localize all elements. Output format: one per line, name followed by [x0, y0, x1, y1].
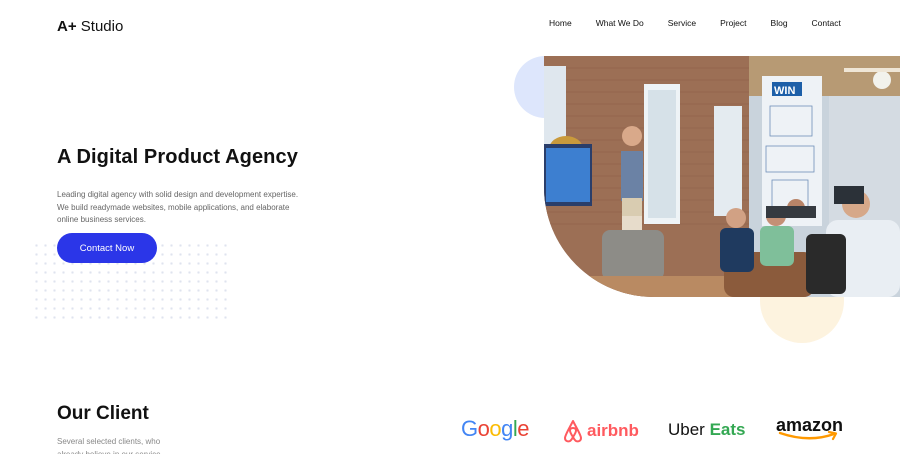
uber-wordmark: Uber	[668, 420, 705, 439]
hero-description: Leading digital agency with solid design…	[57, 190, 299, 224]
brand-prefix: A+	[57, 18, 77, 35]
uber-eats-logo: Uber Eats	[668, 420, 746, 440]
nav-blog[interactable]: Blog	[771, 18, 788, 28]
decorative-yellow-shape	[760, 293, 844, 343]
hero-title: A Digital Product Agency	[57, 146, 298, 168]
nav-project[interactable]: Project	[720, 18, 746, 28]
hero-office-photo: WIN	[544, 56, 900, 297]
main-nav: Home What We Do Service Project Blog Con…	[549, 18, 841, 28]
airbnb-icon	[564, 420, 582, 443]
google-letter: g	[501, 416, 513, 441]
google-letter: e	[517, 416, 530, 441]
brand-name: Studio	[80, 18, 124, 35]
airbnb-logo: airbnb	[562, 419, 639, 443]
clients-description: Several selected clients, who already be…	[57, 437, 163, 454]
contact-now-button[interactable]: Contact Now	[57, 233, 157, 263]
brand-logo[interactable]: A+ Studio	[57, 18, 123, 35]
google-letter: o	[477, 416, 490, 441]
airbnb-wordmark: airbnb	[587, 421, 639, 440]
google-letter: o	[489, 416, 502, 441]
eats-wordmark: Eats	[709, 420, 746, 439]
clients-title: Our Client	[57, 403, 149, 424]
nav-home[interactable]: Home	[549, 18, 572, 28]
nav-service[interactable]: Service	[668, 18, 696, 28]
google-logo: Google	[461, 416, 530, 442]
nav-what-we-do[interactable]: What We Do	[596, 18, 644, 28]
win-sign-text: WIN	[774, 85, 795, 97]
google-letter: G	[461, 416, 478, 441]
nav-contact[interactable]: Contact	[812, 18, 841, 28]
amazon-logo: amazon	[776, 415, 843, 441]
